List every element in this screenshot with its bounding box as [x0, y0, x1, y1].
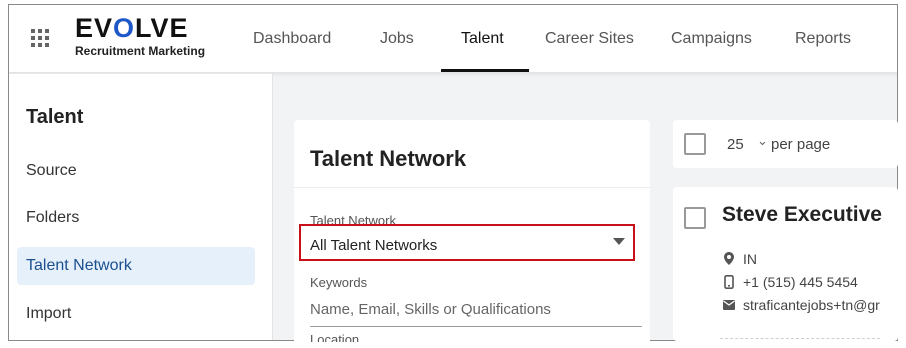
- candidate-phone: +1 (515) 445 5454: [743, 274, 858, 290]
- evolve-logo[interactable]: EVOLVE Recruitment Marketing: [75, 14, 205, 58]
- sidebar: Talent Source Folders Talent Network Imp…: [9, 74, 273, 340]
- select-all-checkbox[interactable]: [684, 133, 706, 155]
- sidebar-item-folders[interactable]: Folders: [17, 199, 255, 237]
- candidate-name[interactable]: Steve Executive: [722, 203, 882, 227]
- sidebar-item-talent-network[interactable]: Talent Network: [17, 247, 255, 285]
- filter-header: Talent Network: [294, 120, 650, 188]
- candidate-location: IN: [743, 251, 757, 267]
- per-page-label: per page: [771, 136, 831, 153]
- card-divider: [720, 338, 880, 339]
- chevron-down-icon[interactable]: [613, 238, 625, 245]
- location-label: Location: [310, 332, 360, 342]
- app-launcher-grid-icon[interactable]: [31, 29, 49, 47]
- tab-talent[interactable]: Talent: [461, 29, 504, 49]
- candidate-email: straficantejobs+tn@gr: [743, 297, 880, 313]
- per-page-value[interactable]: 25: [727, 136, 744, 153]
- per-page-chevron-icon[interactable]: ⌄: [757, 133, 768, 149]
- tab-reports[interactable]: Reports: [795, 29, 851, 49]
- keywords-input-underline: [310, 326, 642, 327]
- sidebar-title: Talent: [26, 106, 84, 128]
- map-pin-icon: [724, 252, 734, 268]
- tab-dashboard[interactable]: Dashboard: [253, 29, 331, 49]
- talent-network-select-value: All Talent Networks: [310, 237, 438, 254]
- active-tab-indicator: [441, 69, 529, 72]
- filter-title: Talent Network: [310, 146, 467, 171]
- mobile-phone-icon: [724, 275, 734, 292]
- tab-campaigns[interactable]: Campaigns: [671, 29, 752, 49]
- top-navigation-bar: EVOLVE Recruitment Marketing Dashboard J…: [9, 5, 897, 73]
- keywords-input[interactable]: Name, Email, Skills or Qualifications: [310, 301, 551, 318]
- tab-career-sites[interactable]: Career Sites: [545, 29, 634, 49]
- tab-jobs[interactable]: Jobs: [380, 29, 414, 49]
- envelope-icon: [723, 299, 735, 313]
- logo-subtitle: Recruitment Marketing: [75, 44, 206, 58]
- sidebar-item-import[interactable]: Import: [17, 295, 255, 333]
- logo-wordmark: EVOLVE: [75, 13, 189, 43]
- result-select-checkbox[interactable]: [684, 207, 706, 229]
- keywords-label: Keywords: [310, 275, 368, 290]
- sidebar-item-source[interactable]: Source: [17, 152, 255, 190]
